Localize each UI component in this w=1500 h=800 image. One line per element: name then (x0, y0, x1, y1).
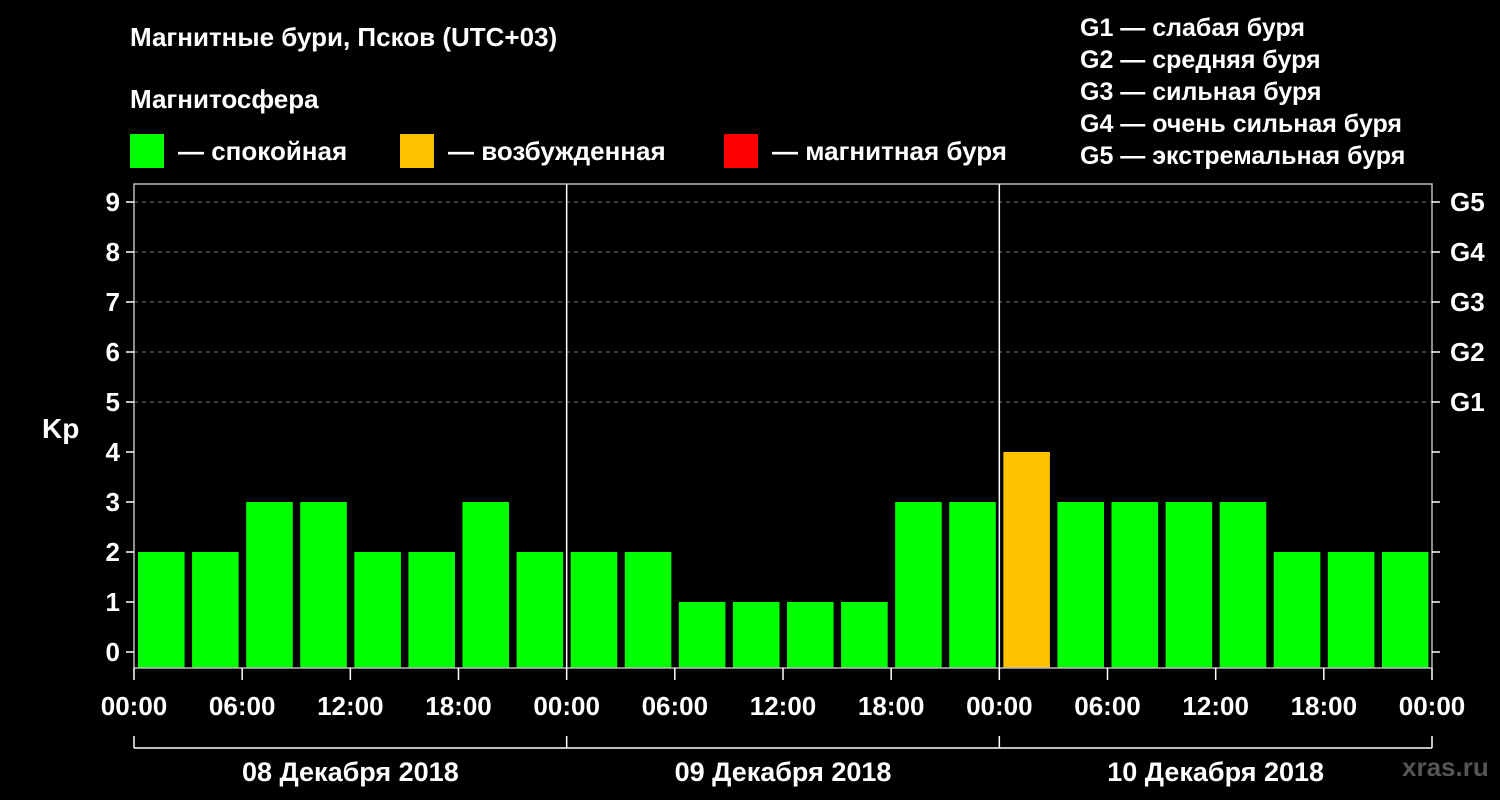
y-tick-label-3: 3 (106, 487, 120, 517)
bar-9 (624, 552, 672, 668)
bar-20 (1219, 502, 1267, 668)
bar-12 (787, 602, 834, 668)
x-tick-label-5: 06:00 (642, 691, 709, 721)
right-axis-label-G3: G3 (1450, 287, 1485, 317)
y-tick-label-4: 4 (106, 437, 121, 467)
x-tick-label-1: 06:00 (209, 691, 276, 721)
bar-7 (516, 552, 564, 668)
watermark: xras.ru (1402, 752, 1489, 782)
y-tick-label-8: 8 (106, 237, 120, 267)
y-tick-label-9: 9 (106, 187, 120, 217)
bar-1 (192, 552, 239, 668)
right-axis-label-G2: G2 (1450, 337, 1485, 367)
bar-3 (300, 502, 347, 668)
y-tick-label-6: 6 (106, 337, 120, 367)
x-tick-label-12: 00:00 (1399, 691, 1466, 721)
x-tick-label-6: 12:00 (750, 691, 817, 721)
y-tick-label-0: 0 (106, 637, 120, 667)
bar-23 (1381, 552, 1429, 668)
bar-6 (462, 502, 510, 668)
day-label-1: 09 Декабря 2018 (675, 757, 892, 787)
bar-22 (1327, 552, 1375, 668)
bar-13 (841, 602, 888, 668)
y-axis-label: Kp (42, 413, 79, 444)
x-tick-label-9: 06:00 (1074, 691, 1141, 721)
bar-4 (354, 552, 401, 668)
x-tick-label-7: 18:00 (858, 691, 925, 721)
x-tick-label-10: 12:00 (1182, 691, 1249, 721)
x-tick-label-3: 18:00 (425, 691, 492, 721)
right-axis-label-G5: G5 (1450, 187, 1485, 217)
bar-18 (1111, 502, 1159, 668)
bar-21 (1273, 552, 1321, 668)
y-tick-label-1: 1 (106, 587, 120, 617)
bar-8 (570, 552, 618, 668)
bar-19 (1165, 502, 1213, 668)
bar-17 (1057, 502, 1104, 668)
day-label-0: 08 Декабря 2018 (242, 757, 459, 787)
bar-2 (246, 502, 293, 668)
x-tick-label-11: 18:00 (1291, 691, 1358, 721)
kp-bar-chart: 0 1 2 3 4 5 6 7 8 9 G1 G2 G3 G4 G5 Kp 00:00 06:00 12:00 18:… (42, 183, 1485, 787)
bar-5 (408, 552, 455, 668)
x-tick-label-0: 00:00 (101, 691, 168, 721)
y-tick-label-7: 7 (106, 287, 120, 317)
y-tick-label-2: 2 (106, 537, 120, 567)
bar-0 (138, 552, 185, 668)
bar-15 (949, 502, 996, 668)
x-tick-label-8: 00:00 (966, 691, 1033, 721)
x-tick-label-4: 00:00 (533, 691, 600, 721)
right-axis-label-G1: G1 (1450, 387, 1485, 417)
bar-10 (678, 602, 726, 668)
bar-11 (732, 602, 780, 668)
day-label-2: 10 Декабря 2018 (1107, 757, 1324, 787)
x-tick-label-2: 12:00 (317, 691, 384, 721)
right-axis-label-G4: G4 (1450, 237, 1485, 267)
y-tick-label-5: 5 (106, 387, 120, 417)
bar-14 (895, 502, 942, 668)
bar-16 (1003, 452, 1050, 668)
